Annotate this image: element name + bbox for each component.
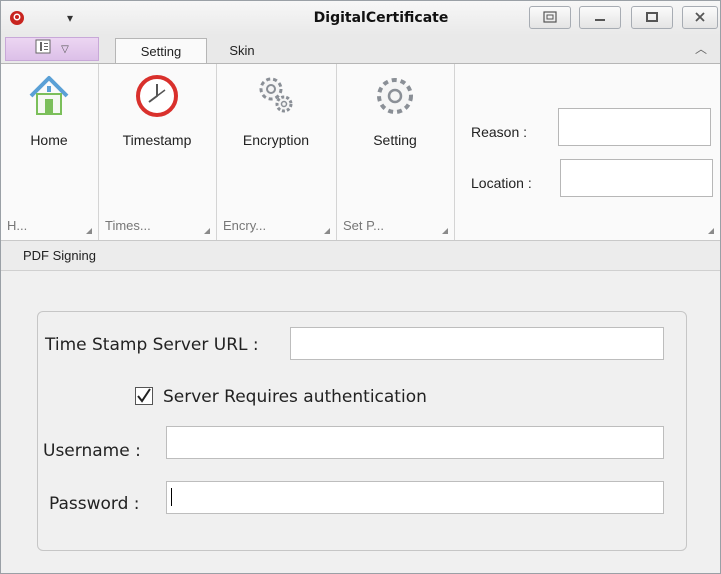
reason-label: Reason : [471,124,528,140]
close-icon [694,8,706,27]
home-button[interactable]: Home [1,68,97,188]
group-launcher-icon[interactable] [204,228,210,234]
home-button-label: Home [30,132,68,148]
ribbon-group-setting: Setting Set P... [337,64,455,240]
text-cursor [171,488,172,506]
group-launcher-icon[interactable] [442,228,448,234]
ribbon-group-home: Home H... [1,64,99,240]
password-input[interactable] [166,481,664,514]
group-label-encryption: Encry... [223,218,267,233]
window-title: DigitalCertificate [313,10,449,26]
encryption-button-label: Encryption [242,132,310,148]
group-label-setting: Set P... [343,218,384,233]
username-input[interactable] [166,426,664,459]
title-bar: ▾ DigitalCertificate [1,1,720,35]
minimize-button[interactable] [579,6,621,29]
restore-app-icon [543,8,557,27]
password-label: Password : [49,494,140,514]
minimize-icon [593,8,607,27]
app-menu-icon [35,39,57,59]
gears-icon [254,74,298,118]
tab-skin[interactable]: Skin [215,38,269,64]
group-launcher-icon[interactable] [86,228,92,234]
tsa-url-input[interactable] [290,327,664,360]
group-launcher-icon[interactable] [708,228,714,234]
app-icon[interactable] [9,9,25,27]
quick-access-dropdown-icon[interactable]: ▾ [59,7,81,29]
maximize-icon [645,8,659,27]
main-panel [1,271,720,573]
home-icon [27,74,71,118]
tab-setting[interactable]: Setting [115,38,207,64]
setting-button-label: Setting [373,132,417,148]
reason-input[interactable] [558,108,711,146]
panel-title: PDF Signing [1,241,720,271]
ribbon: Home H... Timestamp Times... Encryption … [1,63,720,241]
chevron-down-icon: ▽ [61,43,69,55]
timestamp-button[interactable]: Timestamp [99,68,215,188]
group-label-home: H... [7,218,28,233]
collapse-ribbon-icon[interactable]: ︿ [692,39,710,59]
auth-checkbox[interactable] [135,387,153,405]
app-window: ▾ DigitalCertificate ▽ Setting Skin ︿ Ho… [0,0,721,574]
ribbon-group-encryption: Encryption Encry... [217,64,337,240]
maximize-button[interactable] [631,6,673,29]
restore-app-button[interactable] [529,6,571,29]
group-launcher-icon[interactable] [324,228,330,234]
setting-button[interactable]: Setting [337,68,453,188]
ribbon-tab-row [1,35,720,63]
location-label: Location : [471,175,532,191]
tsa-url-label: Time Stamp Server URL : [45,335,259,355]
ribbon-group-signing-info [455,64,720,240]
group-label-timestamp: Times... [105,218,151,233]
auth-checkbox-label[interactable]: Server Requires authentication [163,387,427,407]
app-menu-button[interactable]: ▽ [5,37,99,61]
location-input[interactable] [560,159,713,197]
gear-icon [373,74,417,118]
close-button[interactable] [682,6,718,29]
username-label: Username : [43,441,141,461]
timestamp-button-label: Timestamp [122,132,192,148]
checkmark-icon [137,388,151,403]
encryption-button[interactable]: Encryption [217,68,335,188]
ribbon-group-timestamp: Timestamp Times... [99,64,217,240]
clock-icon [135,74,179,118]
